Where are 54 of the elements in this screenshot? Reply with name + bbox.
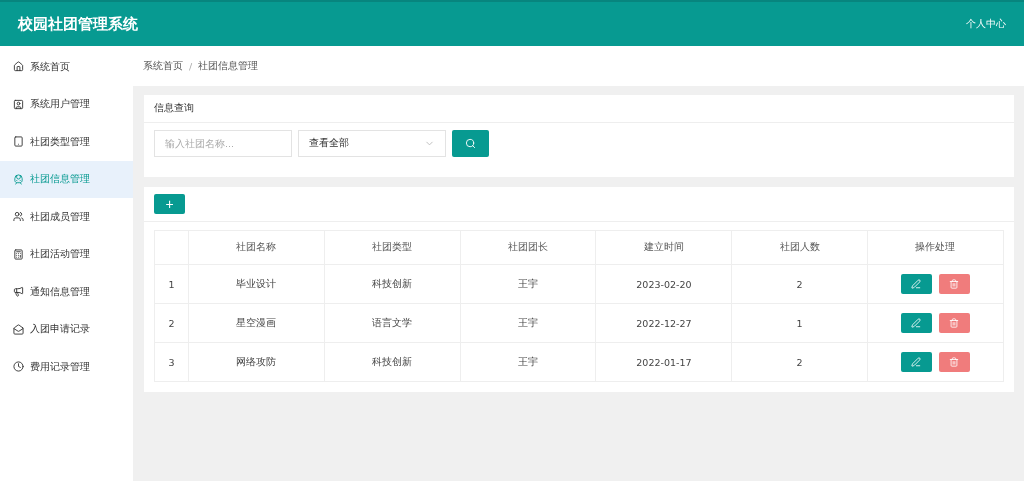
column-header: 操作处理 (867, 230, 1004, 265)
table-cell: 王宇 (460, 264, 596, 304)
table-cell: 毕业设计 (188, 264, 325, 304)
home-icon (13, 61, 24, 73)
app-title: 校园社团管理系统 (18, 14, 138, 34)
edit-button[interactable] (900, 313, 932, 333)
table-cell: 2023-02-20 (596, 264, 732, 304)
table-cell: 星空漫画 (188, 303, 325, 343)
name-search-field[interactable]: 输入社团名称... (154, 130, 292, 157)
column-header: 社团名称 (188, 230, 325, 265)
envelope-icon (13, 323, 24, 335)
card-title: 信息查询 (144, 95, 1014, 123)
breadcrumb-link[interactable]: 社团信息管理 (198, 59, 259, 73)
calculator-icon (13, 248, 24, 260)
type-select[interactable]: 查看全部 (298, 130, 446, 157)
train-icon (13, 173, 24, 185)
table-cell: 2 (731, 264, 868, 304)
column-header: 社团类型 (324, 230, 461, 265)
delete-button[interactable] (938, 313, 970, 333)
table-cell: 语言文学 (324, 303, 461, 343)
search-button[interactable] (452, 130, 489, 157)
trash-icon (949, 279, 960, 289)
pen-icon (911, 318, 922, 328)
table-cell: 2 (731, 342, 868, 382)
table-cell: 科技创新 (324, 342, 461, 382)
breadcrumb-link[interactable]: 系统首页 (143, 59, 183, 73)
edit-button[interactable] (900, 274, 932, 294)
table-cell: 王宇 (460, 342, 596, 382)
clock-icon (13, 361, 24, 373)
table-cell: 1 (731, 303, 868, 343)
column-header: 建立时间 (596, 230, 732, 265)
delete-button[interactable] (938, 352, 970, 372)
delete-button[interactable] (938, 274, 970, 294)
users-icon (13, 211, 24, 223)
megaphone-icon (13, 286, 24, 298)
tablet-icon (13, 136, 24, 148)
pen-icon (911, 357, 922, 367)
table-cell: 网络攻防 (188, 342, 325, 382)
table-cell: 王宇 (460, 303, 596, 343)
pen-icon (911, 279, 922, 289)
table-cell: 科技创新 (324, 264, 461, 304)
breadcrumb-separator: / (189, 60, 193, 72)
table-cell: 3 (154, 342, 189, 382)
table-cell: 2022-12-27 (596, 303, 732, 343)
search-icon (465, 138, 476, 149)
trash-icon (949, 318, 960, 328)
user-card-icon (13, 98, 24, 110)
table-cell: 2 (154, 303, 189, 343)
table-cell: 1 (154, 264, 189, 304)
column-header: 社团团长 (460, 230, 596, 265)
table-cell: 2022-01-17 (596, 342, 732, 382)
edit-button[interactable] (900, 352, 932, 372)
trash-icon (949, 357, 960, 367)
column-header: 社团人数 (731, 230, 868, 265)
